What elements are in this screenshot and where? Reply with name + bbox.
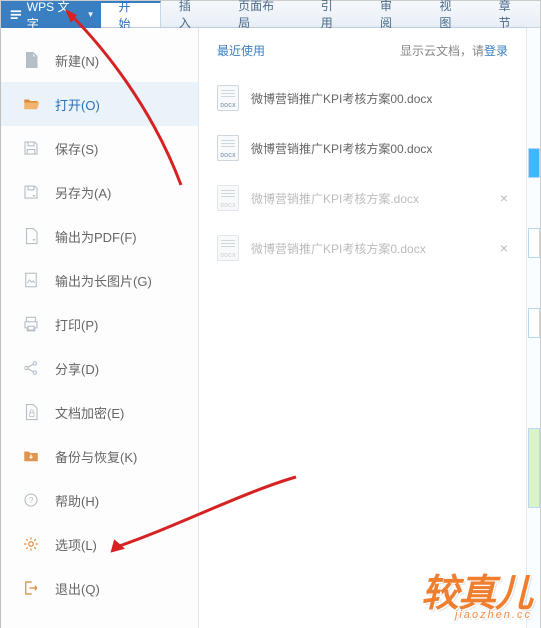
wps-logo-icon [9,8,23,22]
menu-label: 新建(N) [55,51,99,70]
tab-ref[interactable]: 引用 [303,1,362,27]
recent-item[interactable]: 微博营销推广KPI考核方案00.docx × [213,73,512,123]
menu-label: 打印(P) [55,315,98,334]
remove-recent-icon[interactable]: × [500,190,508,206]
svg-text:?: ? [29,496,34,505]
exit-icon [21,578,41,598]
menu-export-image[interactable]: 输出为长图片(G) [1,258,198,302]
tab-insert[interactable]: 插入 [161,1,220,27]
menu-open[interactable]: 打开(O) [1,82,198,126]
file-menu-panel: 新建(N) 打开(O) 保存(S) 另存为(A) 输出为PDF(F) [1,28,526,628]
tab-start[interactable]: 开始 [101,1,161,27]
recent-header: 最近使用 显示云文档，请登录 [213,40,512,73]
menu-print[interactable]: 打印(P) [1,302,198,346]
menu-encrypt[interactable]: 文档加密(E) [1,390,198,434]
save-icon [21,138,41,158]
docx-file-icon [217,135,239,161]
tab-chapter[interactable]: 章节 [481,1,540,27]
ribbon-tabs: 开始 插入 页面布局 引用 审阅 视图 章节 [101,1,541,27]
menu-label: 保存(S) [55,139,98,158]
menu-backup[interactable]: 备份与恢复(K) [1,434,198,478]
pdf-icon [21,226,41,246]
menu-save[interactable]: 保存(S) [1,126,198,170]
open-folder-icon [21,94,41,114]
menu-label: 输出为PDF(F) [55,227,137,246]
cloud-hint: 显示云文档，请登录 [400,42,508,59]
docx-file-icon [217,85,239,111]
docx-file-icon [217,185,239,211]
menu-new[interactable]: 新建(N) [1,38,198,82]
new-file-icon [21,50,41,70]
menu-label: 分享(D) [55,359,99,378]
remove-recent-icon[interactable]: × [500,240,508,256]
app-brand[interactable]: WPS 文字 ▼ [1,1,101,28]
login-link[interactable]: 登录 [484,44,508,58]
tab-view[interactable]: 视图 [421,1,480,27]
docx-file-icon [217,235,239,261]
menu-exit[interactable]: 退出(Q) [1,566,198,610]
recent-item[interactable]: 微博营销推广KPI考核方案.docx × [213,173,512,223]
tab-review[interactable]: 审阅 [362,1,421,27]
menu-label: 输出为长图片(G) [55,271,152,290]
backup-icon [21,446,41,466]
recent-filename: 微博营销推广KPI考核方案0.docx [251,240,426,257]
recent-item[interactable]: 微博营销推广KPI考核方案0.docx × [213,223,512,273]
brand-dropdown-icon: ▼ [87,10,95,19]
help-icon: ? [21,490,41,510]
topbar: WPS 文字 ▼ 开始 插入 页面布局 引用 审阅 视图 章节 [1,1,540,28]
menu-share[interactable]: 分享(D) [1,346,198,390]
recent-filename: 微博营销推广KPI考核方案.docx [251,190,419,207]
menu-options[interactable]: 选项(L) [1,522,198,566]
gear-icon [21,534,41,554]
saveas-icon [21,182,41,202]
recent-title: 最近使用 [217,42,265,59]
app-brand-label: WPS 文字 [27,0,81,32]
menu-label: 打开(O) [55,95,100,114]
share-icon [21,358,41,378]
recent-filename: 微博营销推广KPI考核方案00.docx [251,90,432,107]
print-icon [21,314,41,334]
tab-layout[interactable]: 页面布局 [220,1,303,27]
recent-filename: 微博营销推广KPI考核方案00.docx [251,140,432,157]
long-image-icon [21,270,41,290]
menu-saveas[interactable]: 另存为(A) [1,170,198,214]
menu-label: 另存为(A) [55,183,111,202]
recent-pane: 最近使用 显示云文档，请登录 微博营销推广KPI考核方案00.docx × 微博… [199,28,526,628]
recent-item[interactable]: 微博营销推广KPI考核方案00.docx × [213,123,512,173]
menu-help[interactable]: ? 帮助(H) [1,478,198,522]
background-doc-edge [526,28,540,628]
file-menu-sidebar: 新建(N) 打开(O) 保存(S) 另存为(A) 输出为PDF(F) [1,28,199,628]
menu-label: 帮助(H) [55,491,99,510]
watermark: 较真儿 jiaozhen.cc [421,577,532,621]
menu-label: 文档加密(E) [55,403,124,422]
menu-label: 选项(L) [55,535,97,554]
menu-label: 退出(Q) [55,579,100,598]
menu-export-pdf[interactable]: 输出为PDF(F) [1,214,198,258]
menu-label: 备份与恢复(K) [55,447,137,466]
lock-icon [21,402,41,422]
